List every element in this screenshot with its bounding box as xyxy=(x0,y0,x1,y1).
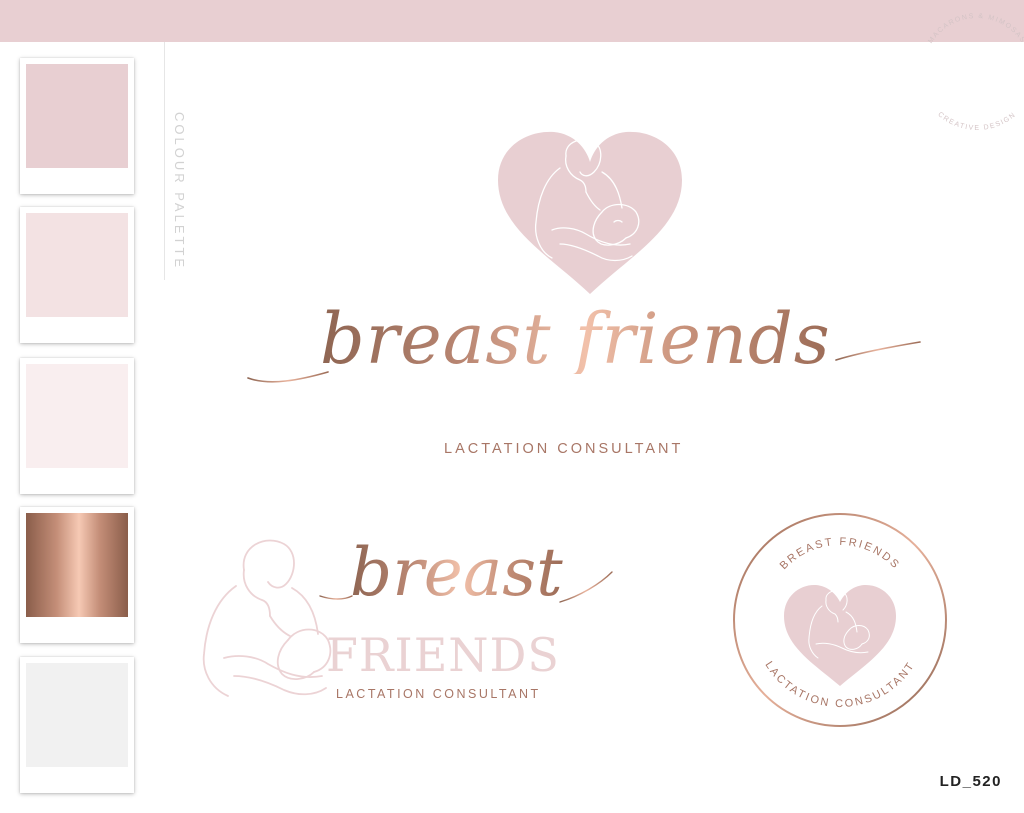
secondary-logo-friends: FRIENDS xyxy=(326,628,560,682)
designer-watermark-seal: MACARONS & MIMOSAS CREATIVE DESIGN xyxy=(927,13,1024,132)
svg-text:MACARONS & MIMOSAS: MACARONS & MIMOSAS xyxy=(927,13,1024,45)
badge-logo: BREAST FRIENDS LACTATION CONSULTANT xyxy=(733,513,947,727)
main-logo-title: breast friends xyxy=(320,298,831,380)
secondary-logo-subtitle: LACTATION CONSULTANT xyxy=(336,687,541,701)
mother-baby-line-icon xyxy=(202,539,332,697)
svg-text:BREAST FRIENDS: BREAST FRIENDS xyxy=(778,536,903,572)
svg-text:CREATIVE DESIGN: CREATIVE DESIGN xyxy=(936,111,1017,132)
secondary-logo-breast: breast xyxy=(350,534,563,611)
watermark-top-text: MACARONS & MIMOSAS xyxy=(927,13,1024,45)
badge-top-text: BREAST FRIENDS xyxy=(778,536,901,572)
watermark-bottom-text: CREATIVE DESIGN xyxy=(936,111,1016,132)
main-logo-subtitle: LACTATION CONSULTANT xyxy=(444,441,684,457)
badge-heart-icon xyxy=(784,584,896,686)
product-code: LD_520 xyxy=(939,773,1002,790)
